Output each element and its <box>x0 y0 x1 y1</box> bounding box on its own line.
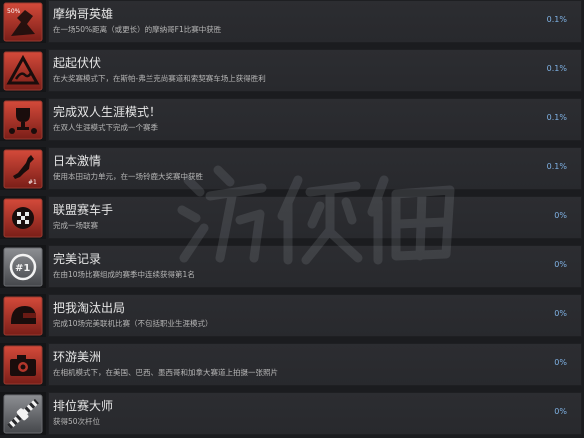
achievement-panel: 摩纳哥英雄 在一场50%距离（或更长）的摩纳哥F1比赛中获胜 0.1% <box>48 0 582 43</box>
achievement-icon-container: #1 <box>0 245 46 288</box>
japan-map-icon: #1 <box>3 149 43 188</box>
achievement-panel: 完美记录 在由10场比赛组成的赛季中连续获得第1名 0% <box>48 245 582 288</box>
achievement-row[interactable]: 完成双人生涯模式！ 在双人生涯模式下完成一个赛季 0.1% <box>0 98 584 141</box>
achievement-percentage: 0.1% <box>546 162 567 171</box>
achievement-percentage: 0% <box>554 407 567 416</box>
achievement-description: 获得50次杆位 <box>53 417 101 426</box>
achievement-percentage: 0% <box>554 309 567 318</box>
achievement-panel: 完成双人生涯模式！ 在双人生涯模式下完成一个赛季 0.1% <box>48 98 582 141</box>
achievement-description: 在大奖赛模式下，在斯帕-弗兰克尚赛道和索契赛车场上获得胜利 <box>53 74 266 83</box>
achievement-row[interactable]: 50% 摩纳哥英雄 在一场50%距离（或更长）的摩纳哥F1比赛中获胜 0.1% <box>0 0 584 43</box>
achievement-panel: 把我淘汰出局 完成10场完美联机比赛（不包括职业生涯模式） 0% <box>48 294 582 337</box>
achievement-icon-container: #1 <box>0 147 46 190</box>
achievement-description: 使用本田动力单元，在一场铃鹿大奖赛中获胜 <box>53 172 203 181</box>
road-warning-icon <box>3 51 43 90</box>
achievement-description: 在双人生涯模式下完成一个赛季 <box>53 123 158 132</box>
achievement-icon-container: 50% <box>0 0 46 43</box>
achievement-percentage: 0.1% <box>546 15 567 24</box>
achievement-title: 摩纳哥英雄 <box>53 7 114 21</box>
achievement-description: 完成10场完美联机比赛（不包括职业生涯模式） <box>53 319 213 328</box>
achievement-row[interactable]: #1 日本激情 使用本田动力单元，在一场铃鹿大奖赛中获胜 0.1% <box>0 147 584 190</box>
achievement-icon-container <box>0 98 46 141</box>
achievement-description: 在一场50%距离（或更长）的摩纳哥F1比赛中获胜 <box>53 25 222 34</box>
achievement-title: 把我淘汰出局 <box>53 301 126 315</box>
achievement-row[interactable]: 排位赛大师 获得50次杆位 0% <box>0 392 584 435</box>
achievements-list: 50% 摩纳哥英雄 在一场50%距离（或更长）的摩纳哥F1比赛中获胜 0.1% … <box>0 0 584 438</box>
achievement-title: 日本激情 <box>53 154 102 168</box>
achievement-percentage: 0.1% <box>546 113 567 122</box>
checkered-flag-icon <box>3 198 43 237</box>
grid-car-icon <box>3 394 43 433</box>
achievement-row[interactable]: 联盟赛车手 完成一场联赛 0% <box>0 196 584 239</box>
achievement-title: 完美记录 <box>53 252 102 266</box>
icon-badge-text: 50% <box>7 8 21 15</box>
achievement-percentage: 0.1% <box>546 64 567 73</box>
icon-badge-text: #1 <box>15 263 30 274</box>
trophy-icon <box>3 100 43 139</box>
achievement-percentage: 0% <box>554 358 567 367</box>
achievement-panel: 环游美洲 在相机模式下，在美国、巴西、墨西哥和加拿大赛道上拍摄一张照片 0% <box>48 343 582 386</box>
achievement-icon-container <box>0 392 46 435</box>
achievement-percentage: 0% <box>554 211 567 220</box>
achievement-title: 环游美洲 <box>53 350 102 364</box>
achievement-icon-container <box>0 294 46 337</box>
achievement-title: 联盟赛车手 <box>53 203 114 217</box>
helmet-icon <box>3 296 43 335</box>
first-place-icon: #1 <box>3 247 43 286</box>
achievement-description: 完成一场联赛 <box>53 221 98 230</box>
icon-badge-text: #1 <box>28 179 37 186</box>
achievement-percentage: 0% <box>554 260 567 269</box>
camera-icon <box>3 345 43 384</box>
achievement-title: 排位赛大师 <box>53 399 114 413</box>
achievement-icon-container <box>0 196 46 239</box>
achievement-row[interactable]: 把我淘汰出局 完成10场完美联机比赛（不包括职业生涯模式） 0% <box>0 294 584 337</box>
achievement-row[interactable]: 起起伏伏 在大奖赛模式下，在斯帕-弗兰克尚赛道和索契赛车场上获得胜利 0.1% <box>0 49 584 92</box>
achievement-panel: 排位赛大师 获得50次杆位 0% <box>48 392 582 435</box>
achievement-icon-container <box>0 49 46 92</box>
monaco-50-icon: 50% <box>3 2 43 41</box>
achievement-description: 在由10场比赛组成的赛季中连续获得第1名 <box>53 270 195 279</box>
achievement-row[interactable]: 环游美洲 在相机模式下，在美国、巴西、墨西哥和加拿大赛道上拍摄一张照片 0% <box>0 343 584 386</box>
achievement-title: 起起伏伏 <box>53 56 102 70</box>
achievement-panel: 联盟赛车手 完成一场联赛 0% <box>48 196 582 239</box>
achievement-title: 完成双人生涯模式！ <box>53 105 162 119</box>
achievement-icon-container <box>0 343 46 386</box>
achievement-description: 在相机模式下，在美国、巴西、墨西哥和加拿大赛道上拍摄一张照片 <box>53 368 278 377</box>
achievement-panel: 起起伏伏 在大奖赛模式下，在斯帕-弗兰克尚赛道和索契赛车场上获得胜利 0.1% <box>48 49 582 92</box>
achievement-panel: 日本激情 使用本田动力单元，在一场铃鹿大奖赛中获胜 0.1% <box>48 147 582 190</box>
achievement-row[interactable]: #1 完美记录 在由10场比赛组成的赛季中连续获得第1名 0% <box>0 245 584 288</box>
